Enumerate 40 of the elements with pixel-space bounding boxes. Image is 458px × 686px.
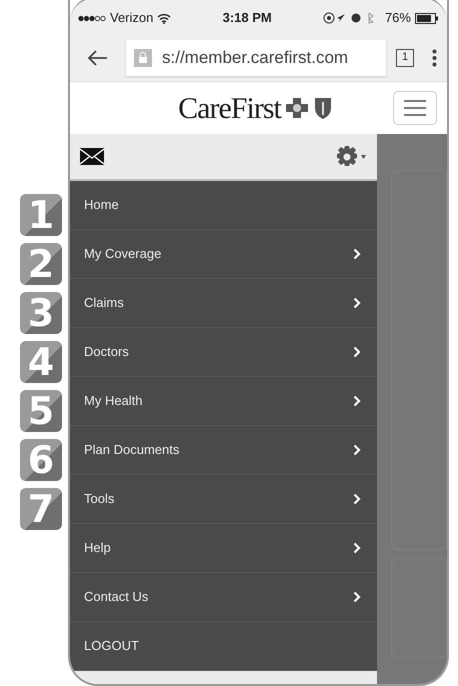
chevron-right-icon <box>353 493 361 505</box>
menu-item[interactable]: Home <box>70 181 377 230</box>
signal-icon <box>78 14 106 22</box>
menu-item[interactable]: Contact Us <box>70 573 377 622</box>
menu-button[interactable] <box>393 91 437 125</box>
battery-icon <box>414 12 439 24</box>
chevron-right-icon <box>353 346 361 358</box>
menu-item[interactable]: LOGOUT <box>70 622 377 671</box>
menu-item[interactable]: Doctors <box>70 328 377 377</box>
chevron-right-icon <box>353 395 361 407</box>
step-number: 1 <box>20 194 62 236</box>
step-number: 2 <box>20 243 62 285</box>
menu-item[interactable]: Claims <box>70 279 377 328</box>
chevron-right-icon <box>353 248 361 260</box>
menu-item[interactable]: My Health <box>70 377 377 426</box>
step-number: 6 <box>20 439 62 481</box>
settings-icon[interactable] <box>335 144 367 168</box>
clock-time: 3:18 PM <box>222 9 272 28</box>
lock-icon <box>134 48 152 66</box>
chevron-right-icon <box>353 297 361 309</box>
logo-text: CareFirst <box>178 90 281 126</box>
step-number: 5 <box>20 390 62 432</box>
menu-item[interactable]: My Coverage <box>70 230 377 279</box>
chevron-right-icon <box>353 591 361 603</box>
back-arrow-icon[interactable] <box>88 50 108 66</box>
tab-count[interactable]: 1 <box>396 48 414 66</box>
menu-item[interactable]: Plan Documents <box>70 426 377 475</box>
wifi-icon <box>157 12 172 24</box>
url-field[interactable]: s://member.carefirst.com <box>126 40 386 76</box>
more-menu-icon[interactable] <box>432 48 437 66</box>
menu-item[interactable]: Help <box>70 524 377 573</box>
step-number: 4 <box>20 341 62 383</box>
carrier-name: Verizon <box>110 9 154 28</box>
step-number: 7 <box>20 488 62 530</box>
menu-item[interactable]: Tools <box>70 475 377 524</box>
step-number: 3 <box>20 292 62 334</box>
chevron-right-icon <box>353 444 361 456</box>
mail-icon[interactable] <box>80 148 104 165</box>
chevron-right-icon <box>353 542 361 554</box>
battery-percent: 76% <box>384 9 411 28</box>
